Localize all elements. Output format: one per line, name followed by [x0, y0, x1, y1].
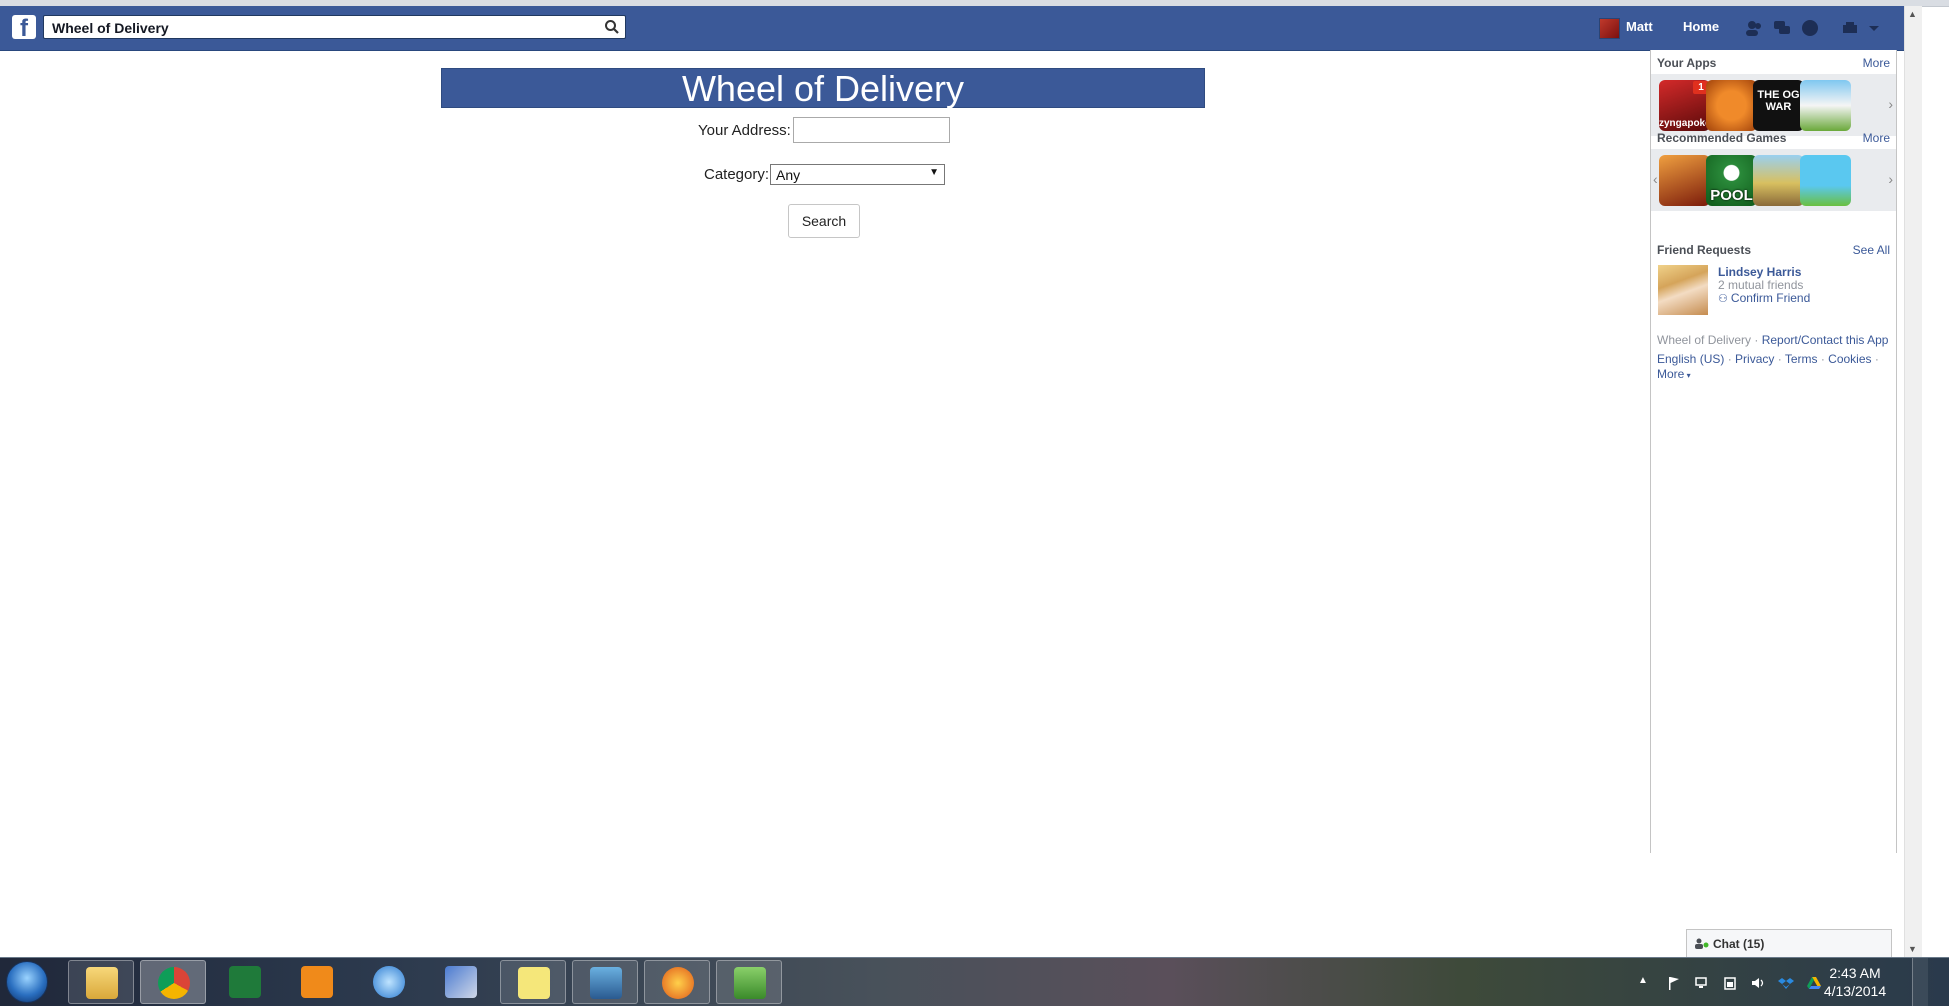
sticky-notes-icon: [518, 967, 550, 999]
friend-request-name[interactable]: Lindsey Harris: [1718, 265, 1801, 279]
chat-tab[interactable]: Chat (15): [1686, 929, 1892, 957]
network-icon: [445, 966, 477, 998]
facebook-top-bar: f Wheel of Delivery Matt Home: [0, 6, 1904, 51]
taskbar-remote-desktop[interactable]: [572, 960, 638, 1004]
add-friend-icon: ⚇: [1718, 293, 1731, 305]
show-hidden-icons-chevron-up-icon[interactable]: ▲: [1638, 975, 1654, 991]
volume-icon[interactable]: [1750, 975, 1766, 991]
scroll-right-chevron-icon[interactable]: ›: [1888, 96, 1893, 112]
recommended-games-heading: Recommended Games: [1657, 131, 1787, 145]
excel-icon: [229, 966, 261, 998]
scroll-right-chevron-icon[interactable]: ›: [1888, 171, 1893, 187]
footer-line-1: Wheel of Delivery · Report/Contact this …: [1657, 333, 1889, 347]
notifications-globe-icon[interactable]: [1800, 18, 1820, 38]
vertical-scrollbar[interactable]: ▲ ▼: [1904, 6, 1922, 957]
privacy-shortcuts-icon[interactable]: [1840, 18, 1860, 38]
start-button-windows-icon[interactable]: [6, 961, 48, 1003]
game-tile-flappy[interactable]: [1800, 155, 1851, 206]
cookies-link[interactable]: Cookies: [1828, 352, 1871, 366]
search-input[interactable]: Wheel of Delivery: [43, 15, 626, 39]
friend-requests-heading: Friend Requests: [1657, 243, 1752, 257]
taskbar-file-explorer[interactable]: [68, 960, 134, 1004]
confirm-friend-label: Confirm Friend: [1730, 291, 1811, 305]
chat-online-icon: [1695, 938, 1709, 953]
app-tile-basketball[interactable]: [1706, 80, 1757, 131]
chat-label: Chat (15): [1713, 937, 1765, 951]
media-player-icon: [301, 966, 333, 998]
privacy-link[interactable]: Privacy: [1735, 352, 1774, 366]
search-button[interactable]: Search: [788, 204, 860, 238]
more-caret-icon: ▾: [1684, 371, 1691, 380]
right-sidebar: Your Apps More 1 zyngapoker THE OG WAR ›…: [1650, 50, 1897, 853]
home-link[interactable]: Home: [1683, 19, 1719, 34]
category-label: Category:: [704, 166, 770, 183]
footer-line-3: More ▾: [1657, 367, 1691, 381]
footer-more-link[interactable]: More: [1657, 367, 1684, 381]
game-tile-warrior[interactable]: [1659, 155, 1710, 206]
search-icon[interactable]: [604, 19, 620, 35]
recommended-games-more-link[interactable]: More: [1863, 131, 1890, 145]
network-tray-icon[interactable]: [1694, 975, 1710, 991]
windows-taskbar: ▲ 2:43 AM 4/13/2014: [0, 957, 1949, 1006]
address-label: Your Address:: [698, 122, 791, 139]
game-tile-caption: POOL: [1710, 187, 1753, 204]
taskbar-media-player[interactable]: [284, 960, 350, 1004]
your-apps-more-link[interactable]: More: [1863, 56, 1890, 70]
profile-link[interactable]: Matt: [1626, 19, 1653, 34]
mutual-friends-text[interactable]: 2 mutual friends: [1718, 278, 1803, 292]
taskbar-itunes[interactable]: [356, 960, 422, 1004]
friend-requests-icon[interactable]: [1744, 18, 1764, 38]
your-apps-row: 1 zyngapoker THE OG WAR ›: [1651, 74, 1896, 136]
app-tile-the-og-war[interactable]: THE OG WAR: [1753, 80, 1804, 131]
account-menu-chevron-down-icon[interactable]: [1864, 18, 1884, 38]
taskbar-sticky-notes[interactable]: [500, 960, 566, 1004]
app-tile-zynga-poker[interactable]: 1 zyngapoker: [1659, 80, 1710, 131]
app-title: Wheel of Delivery: [441, 68, 1205, 109]
footer-app-name: Wheel of Delivery: [1657, 333, 1752, 347]
report-contact-link[interactable]: Report/Contact this App: [1762, 333, 1889, 347]
see-all-link[interactable]: See All: [1853, 243, 1890, 257]
game-tile-runner[interactable]: [1753, 155, 1804, 206]
confirm-friend-button[interactable]: ⚇ Confirm Friend: [1718, 291, 1810, 305]
taskbar-firefox[interactable]: [644, 960, 710, 1004]
chrome-icon: [158, 967, 190, 999]
clock-date: 4/13/2014: [1823, 983, 1887, 999]
dropdown-arrow-icon: ▼: [929, 167, 939, 178]
terms-link[interactable]: Terms: [1785, 352, 1818, 366]
address-field[interactable]: [793, 117, 950, 143]
action-center-flag-icon[interactable]: [1666, 975, 1682, 991]
taskbar-network-app[interactable]: [428, 960, 494, 1004]
your-apps-heading: Your Apps: [1657, 56, 1717, 70]
search-input-value: Wheel of Delivery: [52, 20, 169, 36]
taskbar-chrome[interactable]: [140, 960, 206, 1004]
system-clock[interactable]: 2:43 AM 4/13/2014: [1810, 964, 1900, 1000]
dropbox-icon[interactable]: [1778, 975, 1794, 991]
category-select[interactable]: Any ▼: [770, 164, 945, 185]
scroll-up-arrow-icon[interactable]: ▲: [1908, 9, 1917, 19]
footer-line-2: English (US) · Privacy · Terms · Cookies…: [1657, 352, 1879, 366]
friend-request-avatar[interactable]: [1658, 265, 1708, 315]
language-link[interactable]: English (US): [1657, 352, 1724, 366]
scroll-left-chevron-icon[interactable]: ‹: [1653, 171, 1658, 187]
monitor-icon: [590, 967, 622, 999]
show-desktop-button[interactable]: [1912, 958, 1928, 1006]
app-tile-caption: zyngapoker: [1659, 118, 1710, 129]
recommended-games-row: ‹ POOL ›: [1651, 149, 1896, 211]
avatar[interactable]: [1599, 18, 1620, 39]
folder-icon: [86, 967, 118, 999]
itunes-icon: [373, 966, 405, 998]
firefox-icon: [662, 967, 694, 999]
app-tile-caption: THE OG WAR: [1757, 89, 1800, 113]
taskbar-notepad[interactable]: [716, 960, 782, 1004]
scroll-down-arrow-icon[interactable]: ▼: [1908, 944, 1917, 954]
facebook-logo-icon[interactable]: f: [12, 15, 36, 39]
notepad-icon: [734, 967, 766, 999]
game-tile-pool[interactable]: POOL: [1706, 155, 1757, 206]
app-tile-cow-game[interactable]: [1800, 80, 1851, 131]
category-selected-value: Any: [776, 167, 801, 183]
messages-icon[interactable]: [1772, 18, 1792, 38]
battery-icon[interactable]: [1722, 975, 1738, 991]
clock-time: 2:43 AM: [1829, 965, 1881, 981]
taskbar-excel[interactable]: [212, 960, 278, 1004]
